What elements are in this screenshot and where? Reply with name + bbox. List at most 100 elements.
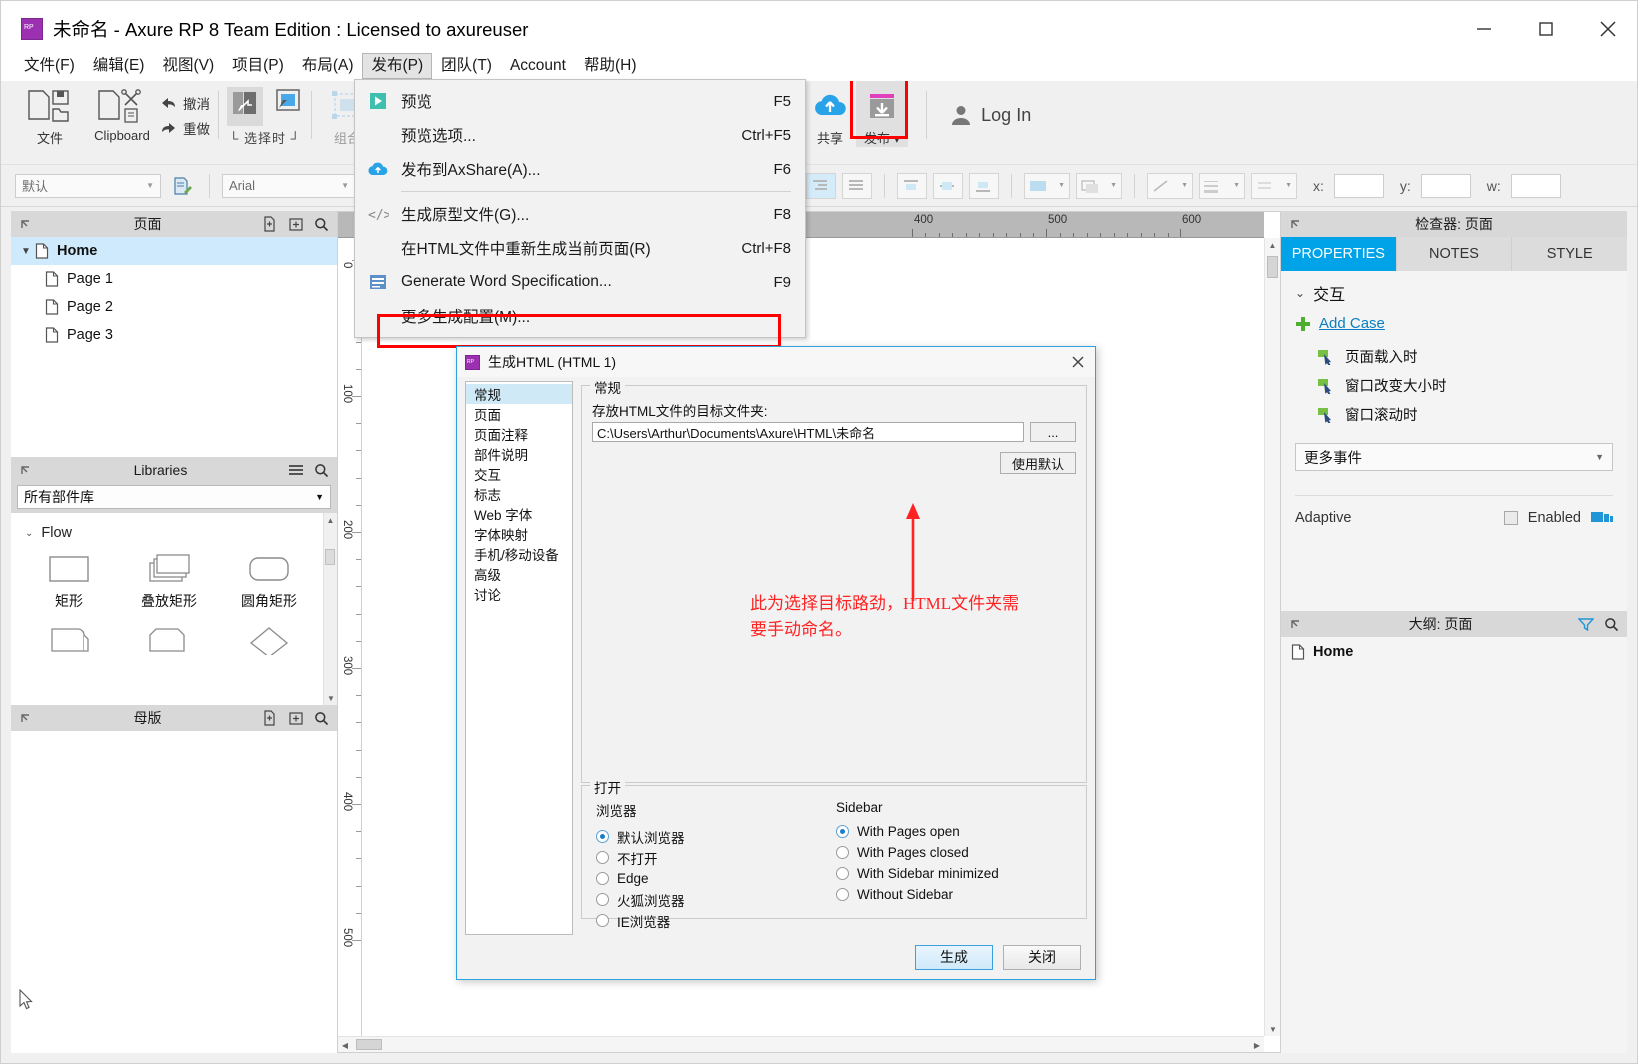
text-align-justify-button[interactable] bbox=[842, 172, 872, 199]
menu-team[interactable]: 团队(T) bbox=[432, 53, 501, 79]
library-group-flow[interactable]: ⌄ Flow bbox=[11, 513, 337, 547]
add-folder-icon[interactable] bbox=[288, 216, 304, 232]
output-folder-input[interactable]: C:\Users\Arthur\Documents\Axure\HTML\未命名 bbox=[592, 422, 1024, 442]
radio-with-pages-closed[interactable]: With Pages closed bbox=[836, 842, 1076, 863]
dialog-nav-pages[interactable]: 页面 bbox=[466, 404, 572, 424]
login-button[interactable]: Log In bbox=[935, 81, 1031, 127]
menu-view[interactable]: 视图(V) bbox=[153, 53, 223, 79]
style-select[interactable]: 默认 ▼ bbox=[15, 173, 161, 198]
collapse-panel-icon[interactable] bbox=[19, 711, 33, 725]
line-style-button[interactable]: ▼ bbox=[1147, 172, 1193, 199]
menu-publish[interactable]: 发布(P) bbox=[362, 52, 433, 80]
more-events-select[interactable]: 更多事件 ▼ bbox=[1295, 443, 1613, 471]
canvas-scroll-thumb-h[interactable] bbox=[356, 1039, 382, 1050]
menu-help[interactable]: 帮助(H) bbox=[575, 53, 646, 79]
widget-shape-6[interactable] bbox=[219, 617, 319, 655]
dialog-close-button[interactable] bbox=[1065, 349, 1091, 375]
select-overlap-button[interactable] bbox=[227, 87, 263, 126]
browse-folder-button[interactable]: ... bbox=[1030, 422, 1076, 442]
menu-project[interactable]: 项目(P) bbox=[223, 53, 293, 79]
radio-with-sidebar-minimized[interactable]: With Sidebar minimized bbox=[836, 863, 1076, 884]
clipboard-group-button[interactable]: Clipboard bbox=[85, 81, 159, 143]
y-coord-input[interactable] bbox=[1420, 173, 1471, 198]
valign-top-button[interactable] bbox=[897, 172, 927, 199]
scroll-left-arrow-icon[interactable]: ◀ bbox=[338, 1037, 352, 1053]
search-icon[interactable] bbox=[1604, 617, 1619, 632]
style-edit-button[interactable] bbox=[167, 173, 197, 199]
select-contained-button[interactable] bbox=[273, 87, 303, 126]
collapse-panel-icon[interactable] bbox=[1289, 617, 1303, 631]
tab-properties[interactable]: PROPERTIES bbox=[1281, 237, 1397, 271]
radio-default-browser[interactable]: 默认浏览器 bbox=[596, 826, 836, 847]
radio-edge[interactable]: Edge bbox=[596, 868, 836, 889]
dialog-nav-page-notes[interactable]: 页面注释 bbox=[466, 424, 572, 444]
menu-edit[interactable]: 编辑(E) bbox=[84, 53, 154, 79]
menu-item-preview-options[interactable]: 预览选项... Ctrl+F5 bbox=[355, 118, 805, 152]
redo-button[interactable]: 重做 bbox=[159, 118, 210, 138]
menu-item-more-generators[interactable]: 更多生成配置(M)... bbox=[355, 299, 805, 333]
radio-do-not-open[interactable]: 不打开 bbox=[596, 847, 836, 868]
widget-stacked-rectangle[interactable]: 叠放矩形 bbox=[119, 547, 219, 611]
adaptive-enabled-checkbox[interactable] bbox=[1503, 511, 1518, 525]
minimize-button[interactable] bbox=[1453, 1, 1515, 57]
menu-item-publish-axshare[interactable]: 发布到AxShare(A)... F6 bbox=[355, 152, 805, 186]
menu-layout[interactable]: 布局(A) bbox=[293, 53, 363, 79]
add-folder-icon[interactable] bbox=[288, 710, 304, 726]
canvas-vertical-scrollbar[interactable]: ▲ ▼ bbox=[1264, 238, 1280, 1036]
font-family-select[interactable]: Arial ▼ bbox=[222, 173, 356, 198]
scroll-down-arrow-icon[interactable]: ▼ bbox=[324, 691, 337, 705]
menu-account[interactable]: Account bbox=[501, 53, 575, 79]
widget-shape-5[interactable] bbox=[119, 617, 219, 655]
menu-item-generate-prototype[interactable]: </> 生成原型文件(G)... F8 bbox=[355, 197, 805, 231]
page-tree-item-page2[interactable]: Page 2 bbox=[11, 293, 337, 321]
canvas-scroll-thumb-v[interactable] bbox=[1267, 256, 1278, 278]
scroll-up-arrow-icon[interactable]: ▲ bbox=[1265, 238, 1280, 252]
menu-file[interactable]: 文件(F) bbox=[15, 53, 84, 79]
collapse-panel-icon[interactable] bbox=[19, 463, 33, 477]
dialog-nav-font-mapping[interactable]: 字体映射 bbox=[466, 524, 572, 544]
search-icon[interactable] bbox=[314, 463, 329, 478]
add-master-icon[interactable] bbox=[262, 710, 278, 726]
arrow-style-button[interactable]: ▼ bbox=[1251, 172, 1297, 199]
dialog-nav-mobile[interactable]: 手机/移动设备 bbox=[466, 544, 572, 564]
event-item-page-load[interactable]: 页面载入时 bbox=[1295, 342, 1613, 371]
tab-notes[interactable]: NOTES bbox=[1396, 237, 1513, 271]
tab-style[interactable]: STYLE bbox=[1512, 237, 1628, 271]
radio-with-pages-open[interactable]: With Pages open bbox=[836, 821, 1076, 842]
scroll-right-arrow-icon[interactable]: ▶ bbox=[1250, 1037, 1264, 1053]
library-scrollbar[interactable]: ▲ ▼ bbox=[323, 513, 337, 705]
dialog-nav-discussions[interactable]: 讨论 bbox=[466, 584, 572, 604]
interactions-section-header[interactable]: ⌄ 交互 bbox=[1295, 281, 1613, 305]
outline-item-home[interactable]: Home bbox=[1281, 637, 1627, 660]
close-button[interactable] bbox=[1577, 1, 1637, 57]
dialog-nav-interactions[interactable]: 交互 bbox=[466, 464, 572, 484]
dialog-nav-general[interactable]: 常规 bbox=[466, 384, 572, 404]
dialog-nav-web-fonts[interactable]: Web 字体 bbox=[466, 504, 572, 524]
expand-caret-icon[interactable]: ▼ bbox=[21, 246, 35, 257]
menu-hamburger-icon[interactable] bbox=[288, 463, 304, 477]
search-icon[interactable] bbox=[314, 217, 329, 232]
event-item-window-scroll[interactable]: 窗口滚动时 bbox=[1295, 400, 1613, 429]
adaptive-views-icon[interactable] bbox=[1591, 510, 1613, 526]
library-scroll-thumb[interactable] bbox=[325, 549, 335, 565]
share-button[interactable]: 共享 bbox=[804, 81, 856, 147]
dialog-nav-advanced[interactable]: 高级 bbox=[466, 564, 572, 584]
canvas-horizontal-scrollbar[interactable]: ◀ ▶ bbox=[338, 1036, 1264, 1052]
filter-icon[interactable] bbox=[1578, 617, 1594, 631]
radio-firefox[interactable]: 火狐浏览器 bbox=[596, 889, 836, 910]
maximize-button[interactable] bbox=[1515, 1, 1577, 57]
fill-color-button[interactable]: ▼ bbox=[1024, 172, 1070, 199]
scroll-up-arrow-icon[interactable]: ▲ bbox=[324, 513, 337, 527]
width-input[interactable] bbox=[1510, 173, 1561, 198]
scroll-down-arrow-icon[interactable]: ▼ bbox=[1265, 1022, 1281, 1036]
widget-shape-4[interactable] bbox=[19, 617, 119, 655]
undo-button[interactable]: 撤消 bbox=[159, 93, 210, 113]
shadow-button[interactable]: ▼ bbox=[1076, 172, 1122, 199]
page-tree-item-home[interactable]: ▼ Home bbox=[11, 237, 337, 265]
event-item-window-resize[interactable]: 窗口改变大小时 bbox=[1295, 371, 1613, 400]
search-icon[interactable] bbox=[314, 711, 329, 726]
valign-bottom-button[interactable] bbox=[969, 172, 999, 199]
use-default-button[interactable]: 使用默认 bbox=[1000, 452, 1076, 474]
collapse-panel-icon[interactable] bbox=[1289, 217, 1303, 231]
page-tree-item-page3[interactable]: Page 3 bbox=[11, 321, 337, 349]
